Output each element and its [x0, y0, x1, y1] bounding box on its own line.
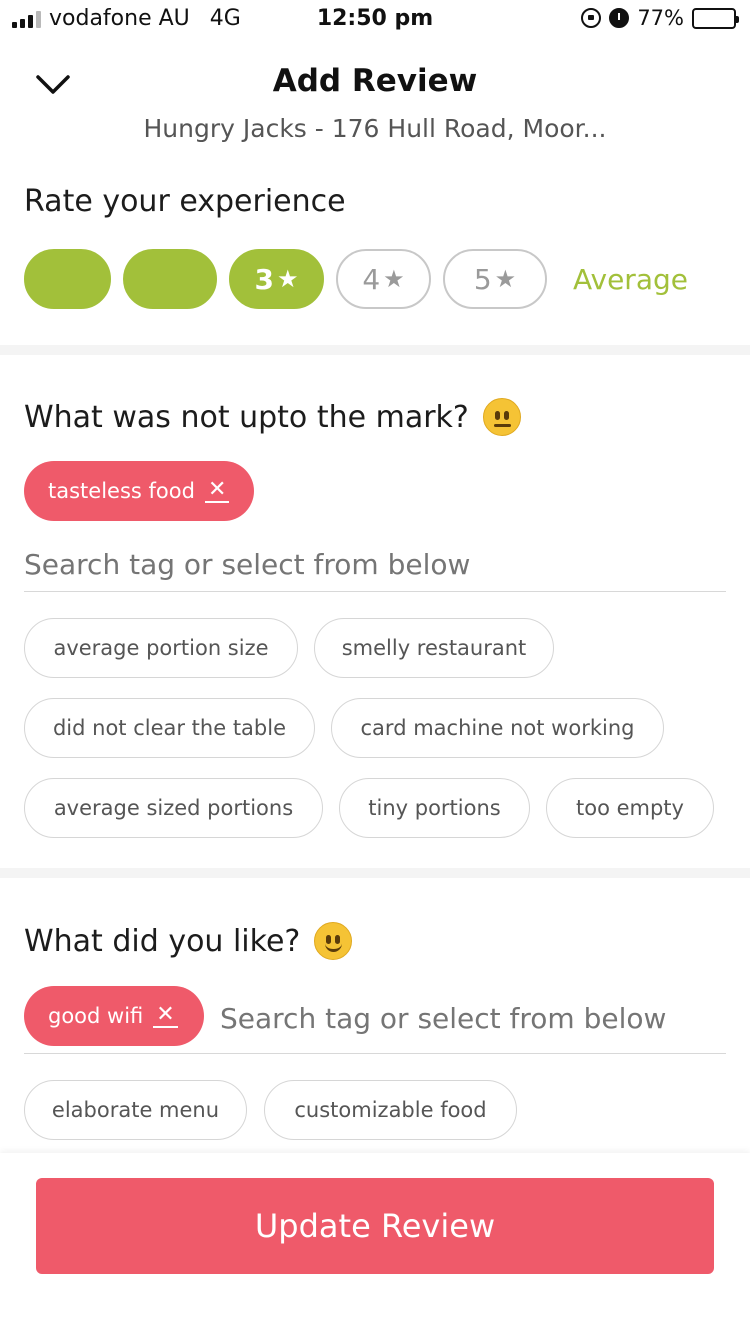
neutral-face-icon [482, 398, 521, 436]
rating-pill-5[interactable]: 5 ★ [443, 249, 547, 309]
star-icon: ★ [383, 265, 405, 293]
dislike-search-input[interactable] [24, 548, 726, 592]
rating-selector: 3 ★ 4 ★ 5 ★ Average [24, 249, 688, 309]
tag-chip[interactable]: smelly restaurant [314, 618, 554, 678]
dislike-heading-text: What was not upto the mark? [24, 399, 469, 435]
rating-pill-2[interactable] [123, 249, 217, 309]
page-title: Add Review [272, 63, 478, 99]
alarm-icon [609, 8, 630, 28]
slightly-smiling-face-icon [314, 922, 353, 960]
like-search-underline [24, 1053, 726, 1054]
star-icon: ★ [494, 265, 517, 293]
footer-bar: Update Review [0, 1153, 750, 1334]
status-bar: vodafone AU 4G 12:50 pm 77% [0, 0, 750, 40]
restaurant-subtitle: Hungry Jacks - 176 Hull Road, Moor... [143, 114, 607, 143]
rate-heading: Rate your experience [24, 184, 346, 219]
like-heading: What did you like? [24, 922, 353, 960]
rating-pill-1[interactable] [24, 249, 111, 309]
selected-tag-label: good wifi [48, 1004, 144, 1028]
selected-tag-label: tasteless food [48, 479, 195, 503]
like-search-input[interactable] [220, 1002, 726, 1045]
star-icon: ★ [276, 265, 299, 293]
section-divider [0, 868, 750, 878]
rating-pill-4[interactable]: 4 ★ [336, 249, 431, 309]
status-right: 77% [581, 6, 739, 30]
like-heading-text: What did you like? [24, 923, 301, 959]
section-divider [0, 345, 750, 355]
selected-tag-good-wifi: good wifi ✕ [24, 986, 204, 1046]
close-icon[interactable]: ✕ [153, 1004, 178, 1028]
tag-chip[interactable]: tiny portions [339, 778, 530, 838]
tag-chip[interactable]: card machine not working [331, 698, 664, 758]
tag-chip[interactable]: average sized portions [24, 778, 323, 838]
tag-chip[interactable]: did not clear the table [24, 698, 315, 758]
rating-value-word: Average [573, 262, 688, 296]
battery-percent: 77% [637, 6, 684, 30]
rating-pill-label: 4 [362, 262, 381, 296]
dislike-heading: What was not upto the mark? [24, 398, 521, 436]
battery-icon [692, 7, 739, 29]
update-review-button[interactable]: Update Review [36, 1178, 714, 1274]
rating-pill-label: 3 [254, 262, 274, 296]
tag-chip[interactable]: elaborate menu [24, 1080, 247, 1140]
selected-tag-tasteless-food: tasteless food ✕ [24, 461, 254, 521]
rotation-lock-icon [581, 8, 602, 28]
tag-chip[interactable]: too empty [546, 778, 714, 838]
rating-pill-3[interactable]: 3 ★ [229, 249, 324, 309]
tag-chip[interactable]: average portion size [24, 618, 298, 678]
close-icon[interactable]: ✕ [204, 479, 230, 503]
tag-chip[interactable]: customizable food [264, 1080, 517, 1140]
rating-pill-label: 5 [473, 262, 492, 296]
